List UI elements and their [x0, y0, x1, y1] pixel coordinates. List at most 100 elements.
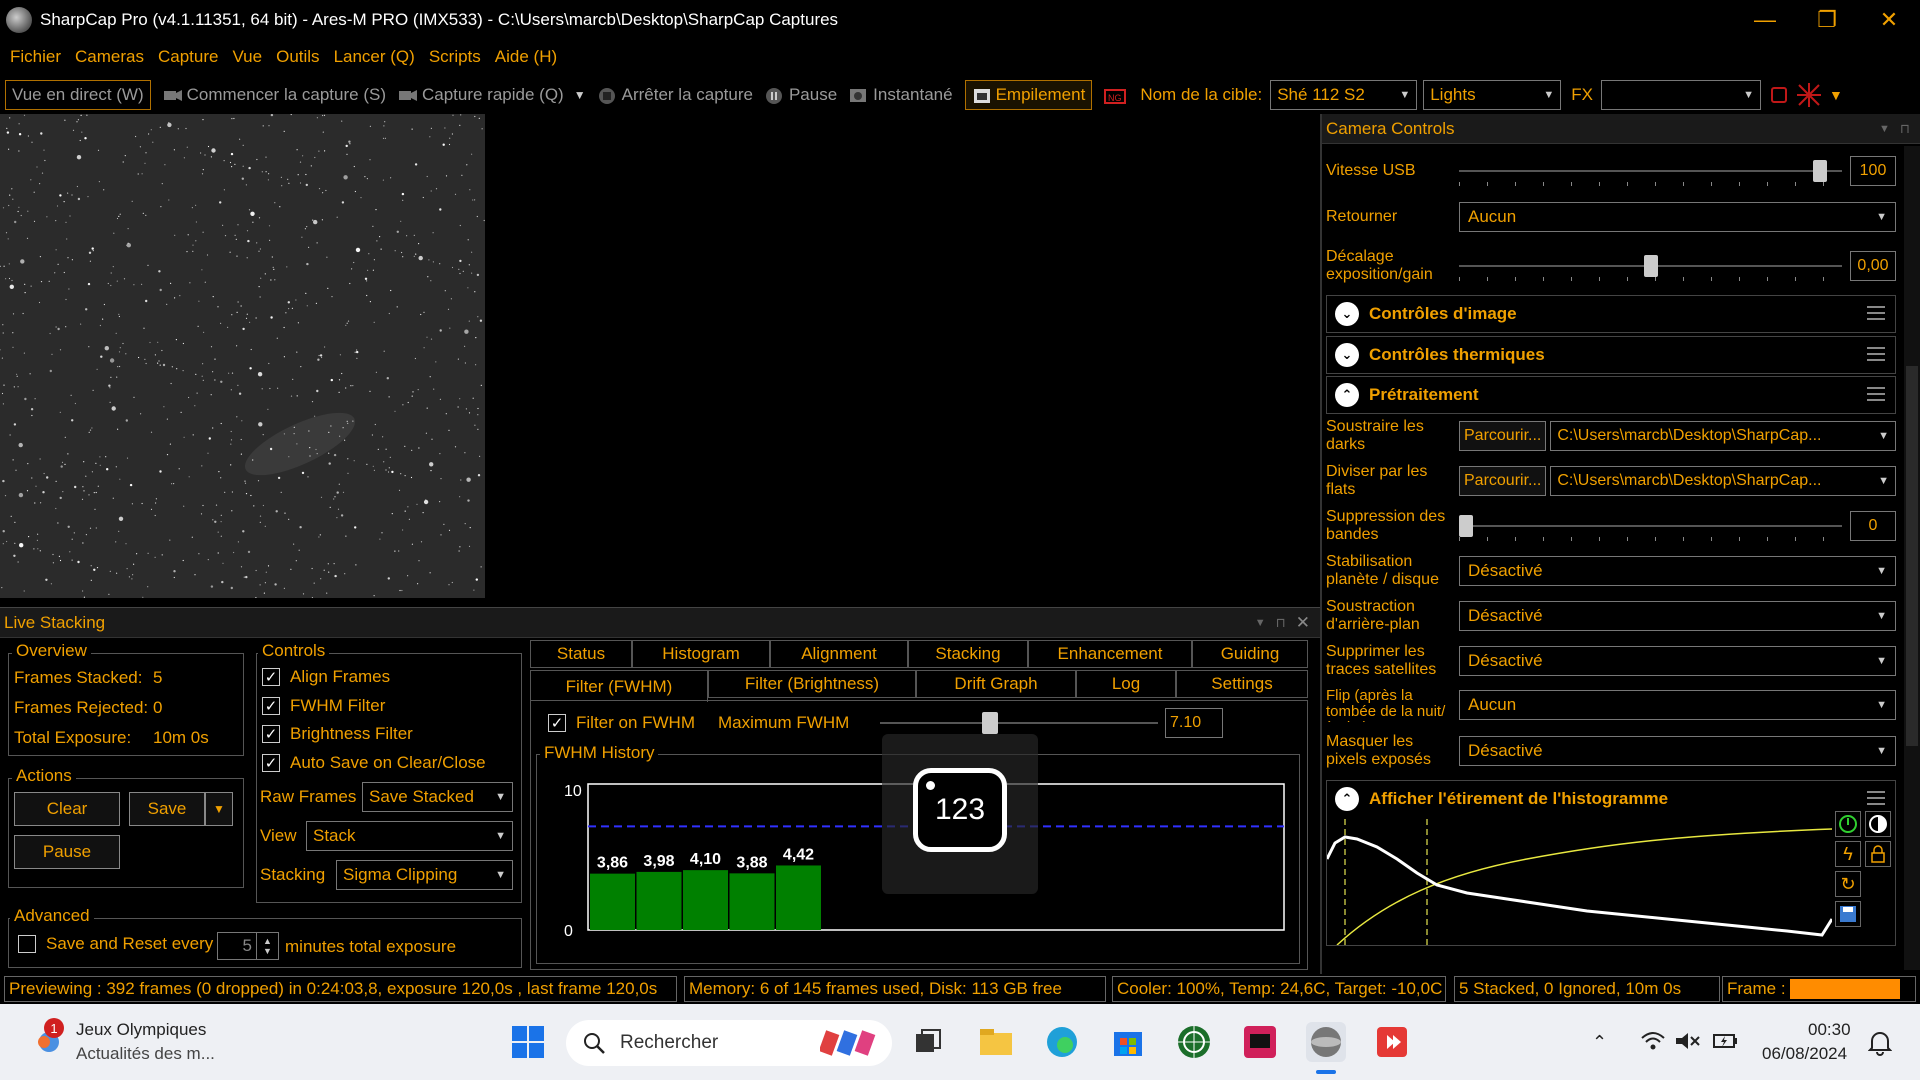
fx-combo[interactable]: ▼ [1600, 80, 1761, 110]
tab-guiding[interactable]: Guiding [1192, 640, 1308, 668]
chevron-down-icon[interactable]: ▼ [574, 88, 586, 102]
tab-enhancement[interactable]: Enhancement [1028, 640, 1192, 668]
menu-lancer[interactable]: Lancer (Q) [334, 47, 415, 67]
chevron-down-icon[interactable]: ⌄ [1335, 302, 1359, 326]
tab-alignment[interactable]: Alignment [770, 640, 908, 668]
menu-scripts[interactable]: Scripts [429, 47, 481, 67]
offset-slider[interactable] [1459, 251, 1842, 281]
brightness-filter-checkbox[interactable]: ✓ Brightness Filter [262, 724, 413, 744]
chevron-down-icon[interactable]: ▼ [1879, 123, 1890, 135]
wifi-icon[interactable] [1640, 1030, 1666, 1057]
menu-fichier[interactable]: Fichier [10, 47, 61, 67]
tab-status[interactable]: Status [530, 640, 632, 668]
section-preprocessing[interactable]: ⌃ Prétraitement [1326, 376, 1896, 414]
tab-drift-graph[interactable]: Drift Graph [916, 670, 1076, 698]
restore-button[interactable]: ❐ [1796, 0, 1858, 40]
menu-capture[interactable]: Capture [158, 47, 218, 67]
tray-chevron-up-icon[interactable]: ⌃ [1592, 1032, 1607, 1053]
anydesk-icon[interactable] [1372, 1022, 1412, 1062]
power-icon[interactable] [1835, 811, 1861, 837]
chevron-down-icon[interactable]: ▼ [1255, 617, 1266, 629]
checkmark-icon[interactable]: ✓ [262, 725, 280, 743]
slider-thumb[interactable] [982, 712, 999, 734]
notifications-bell-icon[interactable] [1867, 1030, 1893, 1061]
section-image-controls[interactable]: ⌄ Contrôles d'image [1326, 295, 1896, 333]
windows-start-icon[interactable] [508, 1022, 548, 1062]
task-view-icon[interactable] [908, 1022, 948, 1062]
fwhm-filter-checkbox[interactable]: ✓ FWHM Filter [262, 696, 385, 716]
tab-filter-brightness[interactable]: Filter (Brightness) [708, 670, 916, 698]
tab-log[interactable]: Log [1076, 670, 1176, 698]
menu-cameras[interactable]: Cameras [75, 47, 144, 67]
save-icon[interactable] [1835, 901, 1861, 927]
usb-speed-slider[interactable] [1459, 156, 1842, 186]
spinner-arrows-icon[interactable]: ▲ ▼ [256, 933, 278, 959]
banding-slider[interactable] [1459, 511, 1842, 541]
section-histogram[interactable]: ⌃ Afficher l'étirement de l'histogramme … [1326, 780, 1896, 946]
usb-speed-value[interactable]: 100 [1850, 156, 1896, 186]
slider-thumb[interactable] [1813, 160, 1828, 182]
volume-muted-icon[interactable] [1674, 1030, 1700, 1057]
section-thermal-controls[interactable]: ⌄ Contrôles thermiques [1326, 336, 1896, 374]
close-button[interactable]: ✕ [1858, 0, 1920, 40]
roi-icon[interactable] [1769, 85, 1789, 105]
filter-on-fwhm-checkbox[interactable]: ✓ Filter on FWHM [548, 713, 695, 733]
stabilisation-select[interactable]: Désactivé ▼ [1459, 556, 1896, 586]
minimize-button[interactable]: — [1734, 0, 1796, 40]
menu-outils[interactable]: Outils [276, 47, 319, 67]
close-icon[interactable]: ✕ [1296, 613, 1310, 633]
stacking-button[interactable]: Empilement [964, 80, 1093, 110]
battery-icon[interactable] [1712, 1030, 1740, 1057]
quick-capture-button[interactable]: Capture rapide (Q) ▼ [398, 85, 586, 105]
counter-overlay-icon[interactable]: 123 [913, 768, 1007, 852]
darks-path-combo[interactable]: C:\Users\marcb\Desktop\SharpCap... ▼ [1550, 421, 1896, 451]
flip-flat-select[interactable]: Aucun ▼ [1459, 690, 1896, 720]
slider-thumb[interactable] [1459, 515, 1473, 537]
phd2-icon[interactable] [1174, 1022, 1214, 1062]
tab-filter-fwhm[interactable]: Filter (FWHM) [530, 670, 708, 702]
tab-stacking[interactable]: Stacking [908, 640, 1028, 668]
pause-button[interactable]: Pause [14, 835, 120, 869]
save-button[interactable]: Save [129, 792, 205, 826]
sharpcap-taskbar-icon[interactable] [1306, 1022, 1346, 1062]
clear-button[interactable]: Clear [14, 792, 120, 826]
auto-save-checkbox[interactable]: ✓ Auto Save on Clear/Close [262, 753, 486, 773]
scrollbar-thumb[interactable] [1906, 366, 1918, 746]
chevron-up-icon[interactable]: ⌃ [1335, 383, 1359, 407]
save-reset-checkbox[interactable]: Save and Reset every [18, 934, 213, 954]
darks-browse-button[interactable]: Parcourir... [1459, 421, 1547, 451]
view-combo[interactable]: Stack ▼ [306, 821, 513, 851]
snapshot-button[interactable]: Instantané [849, 85, 953, 105]
pin-icon[interactable]: ⊓ [1900, 121, 1910, 137]
stop-capture-button[interactable]: Arrêter la capture [598, 85, 753, 105]
checkmark-icon[interactable]: ✓ [262, 754, 280, 772]
target-name-combo[interactable]: Shé 112 S2 ▼ [1270, 80, 1418, 110]
checkbox-box[interactable] [18, 935, 36, 953]
reset-icon[interactable]: ↻ [1835, 871, 1861, 897]
chevron-up-icon[interactable]: ⌃ [1335, 787, 1359, 811]
flats-path-combo[interactable]: C:\Users\marcb\Desktop\SharpCap... ▼ [1550, 466, 1896, 496]
stacking-combo[interactable]: Sigma Clipping ▼ [336, 860, 513, 890]
clock-date[interactable]: 06/08/2024 [1762, 1044, 1847, 1064]
pin-icon[interactable]: ⊓ [1276, 615, 1286, 631]
histogram-plot[interactable] [1327, 819, 1832, 945]
menu-vue[interactable]: Vue [232, 47, 262, 67]
menu-aide[interactable]: Aide (H) [495, 47, 557, 67]
hamburger-icon[interactable] [1867, 306, 1885, 320]
tab-histogram[interactable]: Histogram [632, 640, 770, 668]
flip-select[interactable]: Aucun ▼ [1459, 202, 1896, 232]
save-reset-spinner[interactable]: 5 ▲ ▼ [217, 932, 279, 960]
taskbar-search[interactable]: Rechercher [566, 1020, 892, 1066]
save-dropdown-button[interactable]: ▼ [205, 792, 233, 826]
live-view-button[interactable]: Vue en direct (W) [5, 80, 151, 110]
pause-button[interactable]: Pause [765, 85, 837, 105]
image-viewport[interactable] [0, 114, 1320, 600]
contrast-icon[interactable] [1865, 811, 1891, 837]
mask-select[interactable]: Désactivé ▼ [1459, 736, 1896, 766]
file-explorer-icon[interactable] [976, 1022, 1016, 1062]
align-frames-checkbox[interactable]: ✓ Align Frames [262, 667, 390, 687]
slider-thumb[interactable] [1643, 255, 1658, 277]
edge-browser-icon[interactable] [1042, 1022, 1082, 1062]
frame-type-combo[interactable]: Lights ▼ [1423, 80, 1562, 110]
scrollbar[interactable] [1904, 146, 1920, 970]
